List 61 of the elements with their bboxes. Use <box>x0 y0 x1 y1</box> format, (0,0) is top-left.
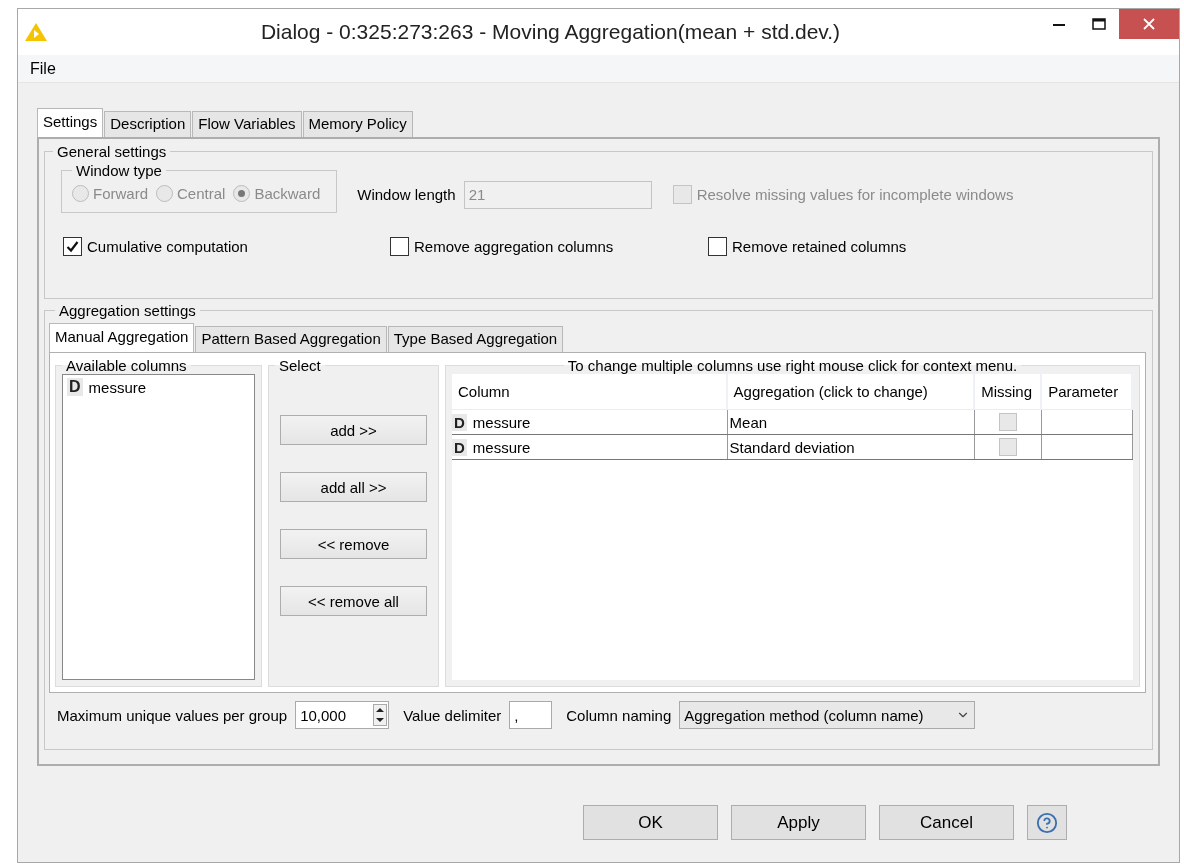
select-button[interactable]: << remove all <box>280 586 427 616</box>
tab[interactable]: Manual Aggregation <box>49 323 195 352</box>
checkbox-label: Resolve missing values for incomplete windows <box>696 186 1014 203</box>
column-header[interactable]: Parameter <box>1042 374 1133 410</box>
select-button[interactable]: << remove <box>280 529 427 559</box>
checkmark-icon <box>66 240 79 253</box>
tab[interactable]: Flow Variables <box>192 111 302 137</box>
radio-label: Forward <box>93 185 148 202</box>
field-label: Window length <box>357 186 456 203</box>
window-title: Dialog - 0:325:273:263 - Moving Aggregation(mean + std.dev.) <box>259 20 842 44</box>
select-button[interactable]: add >> <box>280 415 427 445</box>
column-header[interactable]: Aggregation (click to change) <box>727 374 976 410</box>
tab[interactable]: Type Based Aggregation <box>387 326 564 352</box>
dropdown[interactable]: Aggregation method (column name) <box>679 701 976 729</box>
number-spinner[interactable]: 10,000 <box>295 701 390 729</box>
help-icon <box>1036 811 1058 834</box>
dialog-button[interactable]: Cancel <box>879 805 1014 840</box>
type-label: D <box>452 413 467 431</box>
tab[interactable]: Memory Policy <box>302 111 413 137</box>
group-title: Select <box>278 357 322 374</box>
group-title: To change multiple columns use right mouse click for context menu. <box>566 357 1019 374</box>
column-name: messure <box>472 413 531 431</box>
radio-label: Central <box>177 185 226 202</box>
help-button[interactable] <box>1027 805 1067 840</box>
menu-item[interactable]: File <box>28 59 58 78</box>
checkbox-label: Remove retained columns <box>732 238 907 255</box>
type-label: D <box>452 438 467 456</box>
field-label: Value delimiter <box>403 706 502 724</box>
select-button[interactable]: add all >> <box>280 472 427 502</box>
spinner-arrows-icon <box>373 704 388 726</box>
close-button[interactable] <box>1119 9 1179 39</box>
group-title: General settings <box>56 143 168 160</box>
checkbox[interactable] <box>708 237 727 256</box>
checkbox-label: Remove aggregation columns <box>414 238 614 255</box>
column-header[interactable]: Missing <box>975 374 1043 410</box>
minimize-icon <box>1053 22 1065 26</box>
dialog-button[interactable]: OK <box>583 805 718 840</box>
close-icon <box>1143 18 1155 30</box>
checkbox[interactable] <box>390 237 409 256</box>
group-title: Aggregation settings <box>58 302 197 319</box>
logo-icon <box>24 22 48 42</box>
tab[interactable]: Description <box>104 111 192 137</box>
type-label: D <box>67 378 83 396</box>
column-name: messure <box>88 378 147 396</box>
field-label: Column naming <box>566 706 672 724</box>
tab[interactable]: Pattern Based Aggregation <box>195 326 387 352</box>
group-title: Window type <box>75 162 163 179</box>
maximize-icon <box>1092 18 1106 30</box>
list-item[interactable]: D messure <box>67 378 250 396</box>
radio-label: Backward <box>254 185 321 202</box>
column-header[interactable]: Column <box>452 374 728 410</box>
column-name: messure <box>472 438 531 456</box>
checkbox[interactable] <box>63 237 82 256</box>
table-cell: Mean <box>727 410 976 434</box>
field-label: Maximum unique values per group <box>57 706 288 724</box>
checkbox-label: Cumulative computation <box>87 238 248 255</box>
tab[interactable]: Settings <box>37 108 104 137</box>
dialog-button[interactable]: Apply <box>731 805 866 840</box>
group-title: Available columns <box>65 357 188 374</box>
table-cell: Standard deviation <box>727 435 976 459</box>
input-field[interactable]: , <box>509 701 553 729</box>
